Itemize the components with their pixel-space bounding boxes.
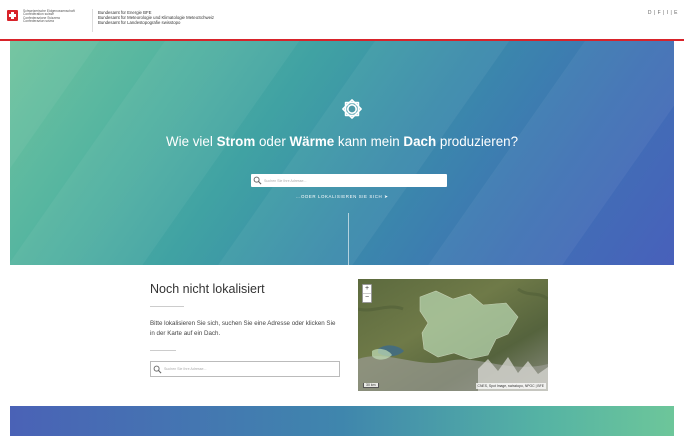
satellite-map[interactable]: + − 30 km CNES, Spot Image, swisstopo, N… — [358, 279, 548, 391]
swiss-flag-icon — [7, 10, 18, 21]
headline-waerme: Wärme — [289, 134, 335, 149]
headline-text: oder — [255, 134, 290, 149]
headline-text: produzieren? — [436, 134, 519, 149]
headline-text: kann mein — [334, 134, 404, 149]
zoom-out-button[interactable]: − — [363, 294, 371, 302]
confederation-names: Schweizerische Eidgenossenschaft Confédé… — [23, 9, 75, 23]
section-instructions: Bitte lokalisieren Sie sich, suchen Sie … — [150, 320, 336, 337]
top-header: Schweizerische Eidgenossenschaft Confédé… — [0, 0, 684, 41]
map-attribution[interactable]: CNES, Spot Image, swisstopo, NPOC | BFE — [475, 383, 546, 389]
zoom-in-button[interactable]: + — [363, 285, 371, 294]
locate-me-link[interactable]: ...ODER LOKALISIEREN SIE SICH ➤ — [10, 194, 674, 200]
hero-section: Wie viel Strom oder Wärme kann mein Dach… — [10, 41, 674, 265]
federal-offices: Bundesamt für Energie BFE Bundesamt für … — [98, 10, 214, 26]
next-section-band — [10, 406, 674, 436]
text-divider — [150, 350, 176, 351]
language-switcher[interactable]: D | F | I | E — [648, 10, 678, 16]
map-scale-bar: 30 km — [363, 383, 379, 388]
search-icon — [153, 365, 162, 373]
search-icon — [253, 176, 262, 185]
swiss-confederation-logo[interactable]: Schweizerische Eidgenossenschaft Confédé… — [7, 9, 75, 23]
title-divider — [150, 306, 184, 307]
office-swisstopo: Bundesamt für Landestopografie swisstopo — [98, 19, 181, 25]
search-placeholder: Suchen Sie Ihre Adresse... — [164, 367, 207, 371]
search-placeholder: Suchen Sie Ihre Adresse... — [264, 178, 307, 183]
address-search-input[interactable]: Suchen Sie Ihre Adresse... — [251, 174, 447, 187]
sun-icon — [342, 99, 362, 119]
zoom-controls: + − — [362, 284, 372, 303]
headline-text: Wie viel — [165, 134, 217, 149]
hero-headline: Wie viel Strom oder Wärme kann mein Dach… — [10, 134, 674, 149]
headline-dach: Dach — [403, 134, 437, 149]
section-title: Noch nicht lokalisiert — [150, 282, 265, 296]
map-imagery — [358, 279, 548, 391]
scroll-indicator-line — [348, 213, 349, 265]
confederation-name-rm: Confederaziun svizra — [23, 18, 54, 23]
address-search-input-secondary[interactable]: Suchen Sie Ihre Adresse... — [150, 361, 340, 377]
header-divider — [92, 9, 93, 32]
headline-strom: Strom — [216, 134, 256, 149]
